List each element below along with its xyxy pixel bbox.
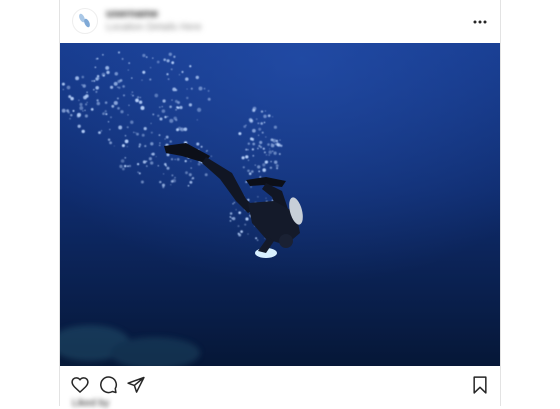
like-button[interactable] [70, 375, 90, 395]
more-horizontal-icon [473, 20, 487, 24]
post-header: username Location Details Here [60, 0, 500, 43]
post-card: username Location Details Here Liked by [59, 0, 501, 409]
share-button[interactable] [126, 375, 146, 395]
save-button[interactable] [470, 375, 490, 395]
heart-icon [71, 377, 89, 393]
post-photo[interactable] [60, 43, 500, 366]
username[interactable]: username [106, 8, 158, 20]
feet-icon [79, 13, 90, 28]
likes-text[interactable]: Liked by [72, 398, 109, 409]
bookmark-icon [473, 376, 487, 394]
comment-button[interactable] [98, 375, 118, 395]
post-location[interactable]: Location Details Here [106, 22, 202, 33]
underwater-diver-image [60, 43, 500, 366]
comment-icon [100, 376, 118, 394]
more-options-button[interactable] [470, 12, 490, 32]
action-bar [60, 366, 500, 402]
avatar[interactable] [72, 8, 98, 34]
send-icon [127, 376, 145, 393]
